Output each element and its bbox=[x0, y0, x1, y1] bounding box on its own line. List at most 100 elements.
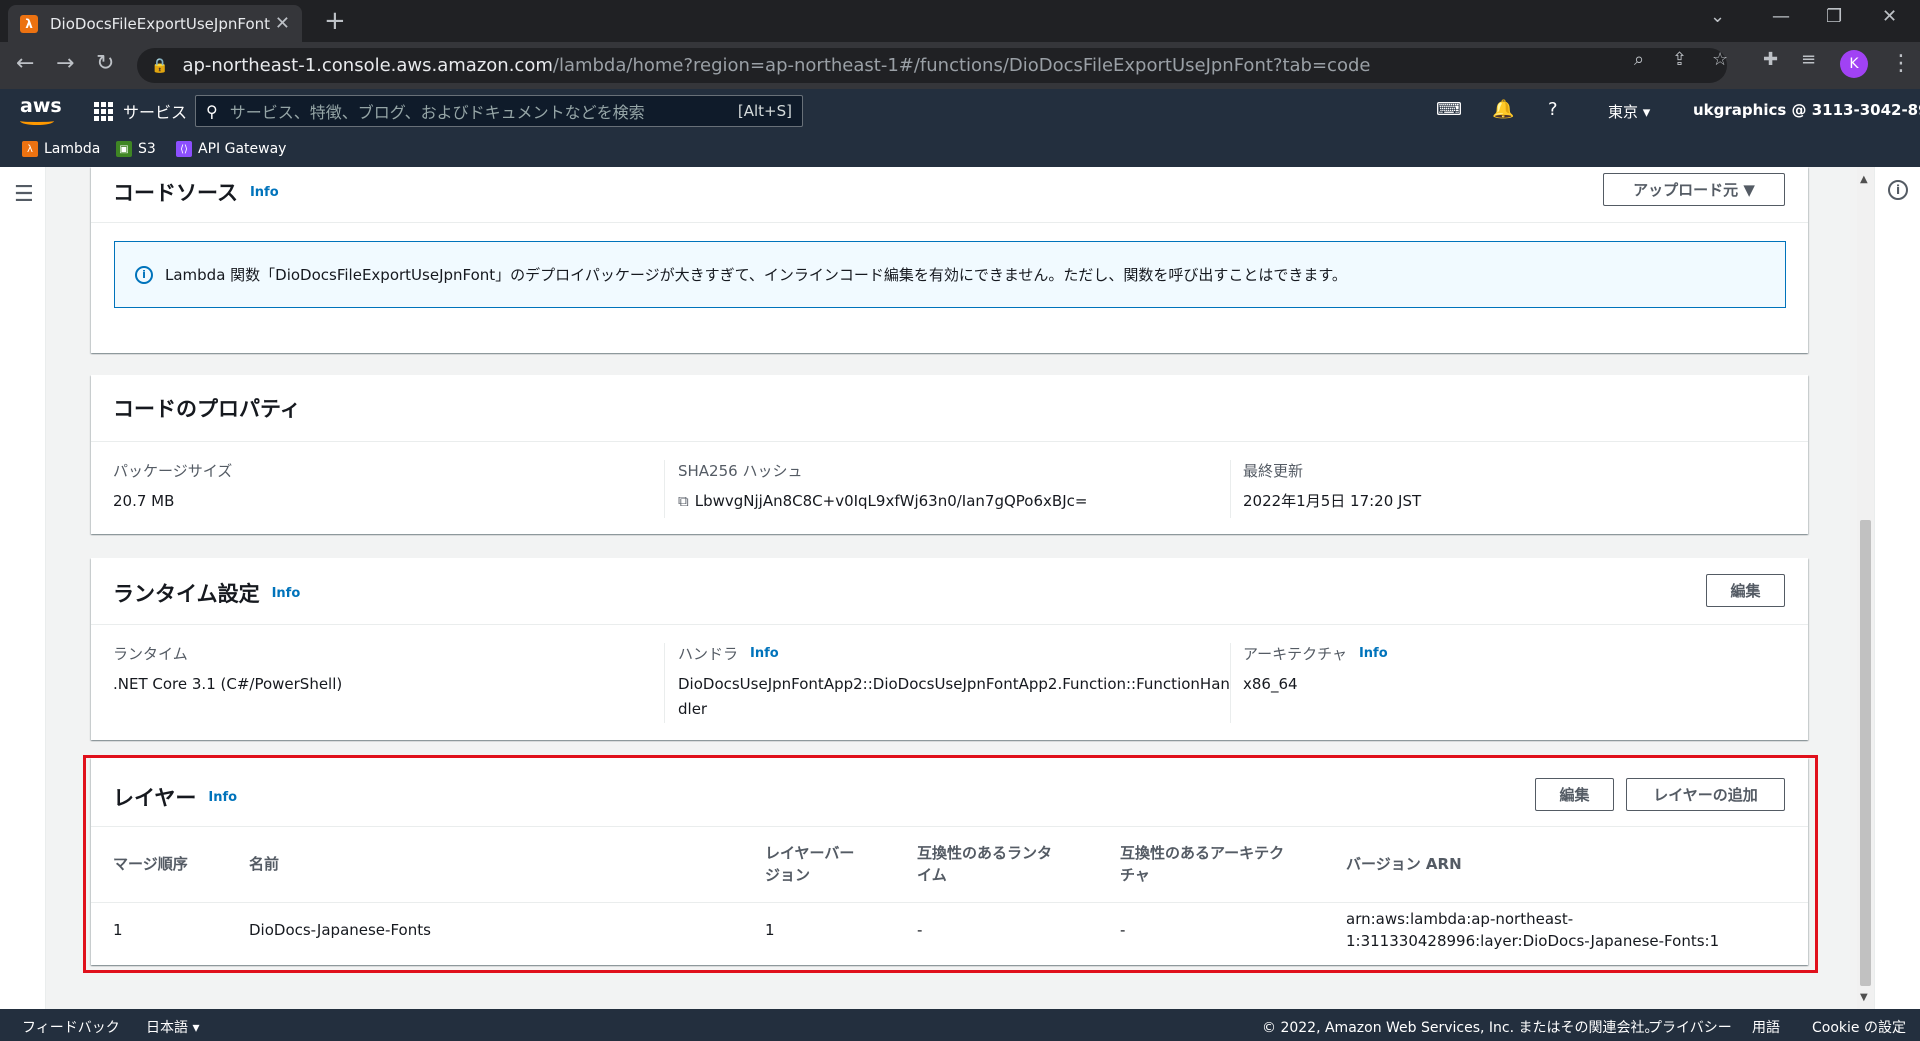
sha256-label: SHA256 ハッシュ bbox=[678, 462, 803, 480]
code-source-header: コードソース Info bbox=[113, 177, 279, 207]
divider bbox=[91, 441, 1808, 442]
code-source-info-link[interactable]: Info bbox=[250, 185, 279, 200]
lock-icon[interactable]: 🔒 bbox=[151, 58, 168, 74]
bookmark-star-icon[interactable]: ☆ bbox=[1712, 49, 1728, 70]
package-size-value: 20.7 MB bbox=[113, 492, 175, 510]
account-menu[interactable]: ukgraphics @ 3113-3042-8996 ▾ bbox=[1693, 101, 1920, 119]
favorite-lambda-label: Lambda bbox=[44, 141, 101, 157]
hamburger-menu-icon[interactable]: ☰ bbox=[14, 182, 34, 207]
divider bbox=[664, 643, 665, 723]
api-gateway-icon: ⟨⟩ bbox=[176, 141, 192, 157]
copy-icon[interactable]: ⧉ bbox=[678, 492, 689, 510]
aws-logo-text: aws bbox=[20, 95, 62, 117]
url-field[interactable]: 🔒 ap-northeast-1.console.aws.amazon.com/… bbox=[137, 48, 1727, 83]
search-icon: ⚲ bbox=[206, 101, 218, 121]
s3-bucket-icon: ▣ bbox=[116, 141, 132, 157]
close-tab-icon[interactable]: ✕ bbox=[275, 13, 290, 34]
layers-title: レイヤー bbox=[113, 786, 197, 810]
side-navigation-rail bbox=[0, 167, 46, 1009]
divider bbox=[1230, 460, 1231, 518]
layers-panel: レイヤー Info 編集 レイヤーの追加 マージ順序 名前 レイヤーバー ジョン … bbox=[91, 758, 1808, 965]
lambda-icon: λ bbox=[22, 141, 38, 157]
col-compatible-runtime-line1: 互換性のあるランタ bbox=[917, 844, 1053, 863]
col-version-arn[interactable]: バージョン ARN bbox=[1324, 827, 1808, 902]
runtime-settings-info-link[interactable]: Info bbox=[272, 586, 301, 601]
notifications-bell-icon[interactable]: 🔔 bbox=[1492, 99, 1514, 120]
info-icon: i bbox=[135, 265, 153, 284]
scrollbar-thumb[interactable] bbox=[1860, 520, 1871, 986]
table-row: 1 DioDocs-Japanese-Fonts 1 - - arn:aws:l… bbox=[91, 901, 1808, 958]
runtime-edit-button[interactable]: 編集 bbox=[1706, 574, 1785, 607]
handler-info-link[interactable]: Info bbox=[750, 646, 779, 661]
console-search-input[interactable]: ⚲ サービス、特徴、ブログ、およびドキュメントなどを検索 [Alt+S] bbox=[195, 95, 803, 127]
package-size-label: パッケージサイズ bbox=[113, 462, 233, 480]
extensions-icon[interactable]: ✚ bbox=[1763, 49, 1778, 70]
sha256-value: LbwvgNjjAn8C8C+v0IqL9xfWj63n0/Ian7gQPo6x… bbox=[694, 492, 1088, 510]
scroll-down-arrow-icon[interactable]: ▼ bbox=[1860, 992, 1868, 1003]
services-menu-button[interactable]: サービス bbox=[94, 99, 187, 123]
col-name[interactable]: 名前 bbox=[227, 827, 743, 902]
back-icon[interactable]: ← bbox=[16, 51, 34, 76]
minimize-icon[interactable]: — bbox=[1772, 6, 1790, 27]
cloudshell-icon[interactable]: ⌨ bbox=[1436, 99, 1462, 120]
architecture-label: アーキテクチャ bbox=[1243, 645, 1347, 663]
upload-from-button[interactable]: アップロード元 ▼ bbox=[1603, 173, 1785, 206]
col-merge-order[interactable]: マージ順序 bbox=[91, 827, 227, 902]
architecture-field: アーキテクチャ Info x86_64 bbox=[1243, 643, 1388, 697]
layers-edit-button[interactable]: 編集 bbox=[1535, 778, 1614, 811]
col-layer-version-line1: レイヤーバー bbox=[765, 844, 855, 863]
reload-icon[interactable]: ↻ bbox=[96, 51, 114, 76]
last-modified-value: 2022年1月5日 17:20 JST bbox=[1243, 492, 1422, 510]
cell-merge-order: 1 bbox=[91, 901, 227, 958]
add-layer-button[interactable]: レイヤーの追加 bbox=[1626, 778, 1785, 811]
address-bar: ← → ↻ 🔒 ap-northeast-1.console.aws.amazo… bbox=[0, 42, 1920, 89]
restore-icon[interactable]: ❐ bbox=[1826, 6, 1842, 27]
sha256-value-row: ⧉ LbwvgNjjAn8C8C+v0IqL9xfWj63n0/Ian7gQPo6… bbox=[678, 489, 1087, 514]
feedback-link[interactable]: フィードバック bbox=[22, 1017, 120, 1037]
services-label: サービス bbox=[123, 103, 188, 122]
col-layer-version[interactable]: レイヤーバー ジョン bbox=[743, 827, 895, 902]
favorite-s3[interactable]: ▣ S3 bbox=[116, 141, 156, 157]
cookie-settings-link[interactable]: Cookie の設定 bbox=[1812, 1017, 1906, 1037]
new-tab-icon[interactable]: + bbox=[324, 6, 346, 36]
layers-info-link[interactable]: Info bbox=[208, 790, 237, 805]
deployment-package-alert: i Lambda 関数「DioDocsFileExportUseJpnFont」… bbox=[114, 241, 1786, 308]
help-icon[interactable]: ? bbox=[1548, 99, 1558, 120]
tab-search-icon[interactable]: ⌄ bbox=[1710, 6, 1725, 27]
aws-console-header: aws サービス ⚲ サービス、特徴、ブログ、およびドキュメントなどを検索 [A… bbox=[0, 89, 1920, 132]
copyright-text: © 2022, Amazon Web Services, Inc. またはその関… bbox=[1262, 1020, 1659, 1036]
privacy-link[interactable]: プライバシー bbox=[1648, 1017, 1732, 1037]
zoom-icon[interactable]: ⌕ bbox=[1634, 49, 1644, 70]
handler-field: ハンドラ Info DioDocsUseJpnFontApp2::DioDocsU… bbox=[678, 643, 1230, 722]
code-properties-title: コードのプロパティ bbox=[113, 397, 301, 421]
col-layer-version-line2: ジョン bbox=[765, 866, 811, 885]
help-panel-rail bbox=[1874, 167, 1920, 1009]
runtime-settings-panel: ランタイム設定 Info 編集 ランタイム .NET Core 3.1 (C#/… bbox=[91, 558, 1808, 740]
language-selector[interactable]: 日本語 ▾ bbox=[146, 1017, 199, 1037]
favorite-api-gateway[interactable]: ⟨⟩ API Gateway bbox=[176, 141, 286, 157]
divider bbox=[91, 624, 1808, 625]
col-merge-order-label: マージ順序 bbox=[113, 855, 188, 874]
favorite-lambda[interactable]: λ Lambda bbox=[22, 141, 100, 157]
lambda-favicon-icon: λ bbox=[20, 14, 38, 33]
col-compatible-arch[interactable]: 互換性のあるアーキテク チャ bbox=[1098, 827, 1324, 902]
architecture-info-link[interactable]: Info bbox=[1359, 646, 1388, 661]
info-panel-icon[interactable]: i bbox=[1888, 180, 1908, 200]
package-size-field: パッケージサイズ 20.7 MB bbox=[113, 460, 232, 514]
aws-logo[interactable]: aws bbox=[20, 95, 62, 125]
share-icon[interactable]: ⇪ bbox=[1672, 49, 1687, 70]
reading-list-icon[interactable]: ≡ bbox=[1801, 49, 1816, 70]
scroll-up-arrow-icon[interactable]: ▲ bbox=[1860, 174, 1868, 185]
grid-icon bbox=[94, 101, 113, 121]
col-compatible-runtime[interactable]: 互換性のあるランタ イム bbox=[895, 827, 1098, 902]
cell-compatible-runtime: - bbox=[895, 901, 1098, 958]
browser-menu-icon[interactable]: ⋮ bbox=[1890, 51, 1912, 76]
browser-tab[interactable]: λ DioDocsFileExportUseJpnFont - L ✕ bbox=[8, 5, 302, 42]
divider bbox=[664, 460, 665, 518]
terms-link[interactable]: 用語 bbox=[1752, 1017, 1780, 1037]
region-selector[interactable]: 東京 ▾ bbox=[1608, 101, 1650, 122]
close-window-icon[interactable]: ✕ bbox=[1882, 6, 1897, 27]
profile-avatar[interactable]: K bbox=[1840, 50, 1868, 78]
forward-icon[interactable]: → bbox=[56, 51, 74, 76]
aws-smile-icon bbox=[20, 117, 54, 125]
